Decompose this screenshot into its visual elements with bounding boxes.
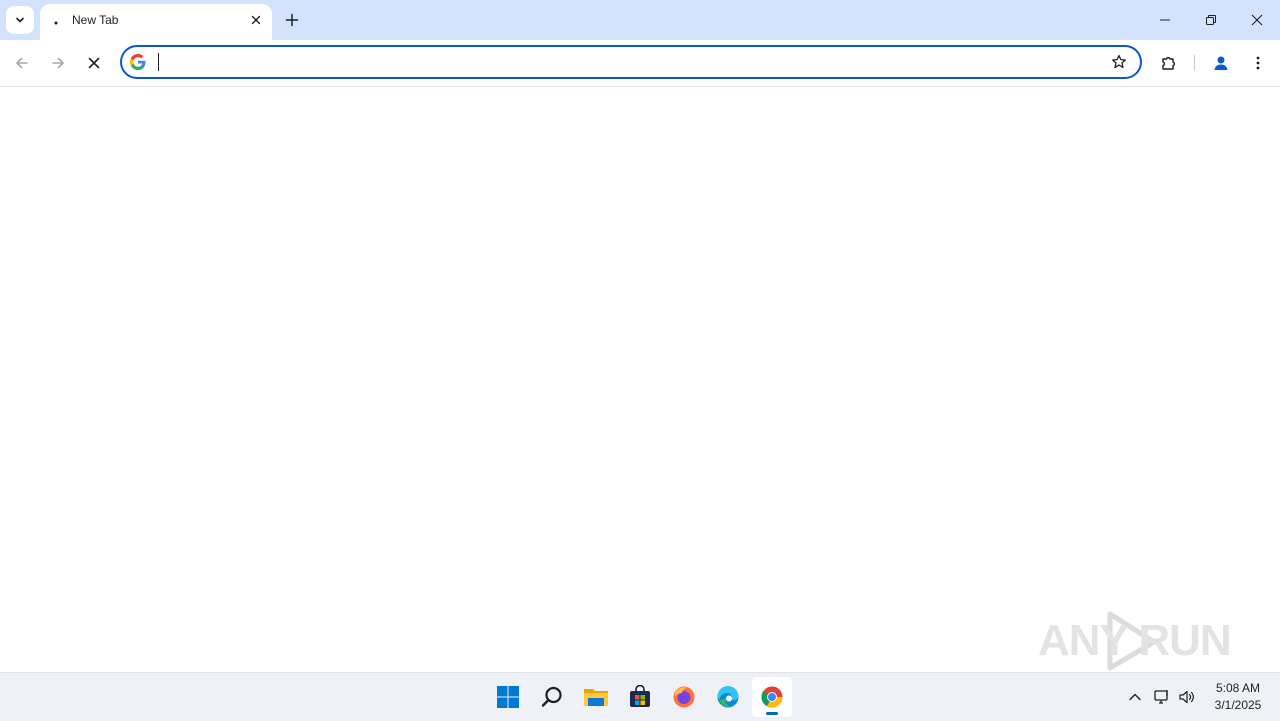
show-hidden-icons-button[interactable] (1125, 687, 1145, 707)
tab-search-button[interactable] (6, 6, 34, 34)
taskbar-clock[interactable]: 5:08 AM 3/1/2025 (1206, 680, 1270, 714)
speaker-icon (1179, 690, 1194, 704)
arrow-left-icon (16, 57, 28, 69)
windows-logo-icon (497, 686, 519, 708)
star-icon (1112, 54, 1126, 69)
arrow-right-icon (52, 57, 64, 69)
new-tab-button[interactable] (280, 8, 304, 32)
chevron-down-icon (16, 17, 24, 23)
clock-date: 3/1/2025 (1214, 698, 1262, 712)
title-bar: New Tab (0, 0, 1280, 40)
active-app-indicator (766, 712, 778, 715)
microsoft-store-button[interactable] (620, 677, 660, 717)
firefox-icon (673, 686, 695, 708)
restore-button[interactable] (1188, 0, 1234, 40)
folder-icon (584, 689, 608, 706)
minimize-icon (1160, 19, 1170, 21)
anyrun-watermark: ANY RUN (1036, 608, 1236, 672)
search-button[interactable] (532, 677, 572, 717)
tab-title: New Tab (72, 13, 119, 27)
close-icon (1251, 14, 1263, 26)
edge-button[interactable] (708, 677, 748, 717)
watermark-text: ANY RUN (1038, 616, 1232, 665)
tab-new-tab[interactable]: New Tab (40, 4, 272, 40)
clock-time: 5:08 AM (1215, 681, 1261, 695)
volume-button[interactable] (1177, 687, 1197, 707)
edge-icon (717, 685, 739, 708)
address-input[interactable] (156, 51, 1096, 73)
menu-button[interactable] (1242, 47, 1274, 79)
more-vertical-icon (1256, 56, 1260, 70)
text-caret (158, 53, 159, 71)
plus-icon (285, 13, 299, 27)
google-g-icon (130, 54, 146, 70)
close-icon (251, 15, 261, 25)
loading-favicon-icon (54, 12, 58, 25)
address-bar[interactable] (120, 45, 1142, 79)
chrome-icon (761, 686, 783, 708)
firefox-button[interactable] (664, 677, 704, 717)
file-explorer-button[interactable] (576, 677, 616, 717)
profile-button[interactable] (1205, 47, 1237, 79)
avatar-icon (1214, 56, 1228, 70)
toolbar-divider (1194, 55, 1195, 71)
bookmark-star-button[interactable] (1110, 53, 1128, 71)
restore-icon (1206, 15, 1216, 25)
stop-loading-button[interactable] (78, 47, 110, 79)
taskbar: 5:08 AM 3/1/2025 (0, 672, 1280, 721)
back-button[interactable] (6, 47, 38, 79)
extensions-button[interactable] (1153, 47, 1185, 79)
store-bag-icon (630, 685, 650, 707)
network-icon (1154, 690, 1168, 704)
tab-close-button[interactable] (246, 10, 266, 30)
close-window-button[interactable] (1234, 0, 1280, 40)
puzzle-icon (1162, 56, 1176, 70)
search-icon (541, 686, 562, 707)
close-icon (88, 57, 100, 69)
network-button[interactable] (1152, 687, 1172, 707)
forward-button[interactable] (42, 47, 74, 79)
browser-toolbar (0, 40, 1280, 87)
chrome-button[interactable] (752, 677, 792, 717)
start-button[interactable] (488, 677, 528, 717)
minimize-button[interactable] (1142, 0, 1188, 40)
page-content (0, 87, 1280, 672)
chevron-up-icon (1129, 693, 1141, 701)
